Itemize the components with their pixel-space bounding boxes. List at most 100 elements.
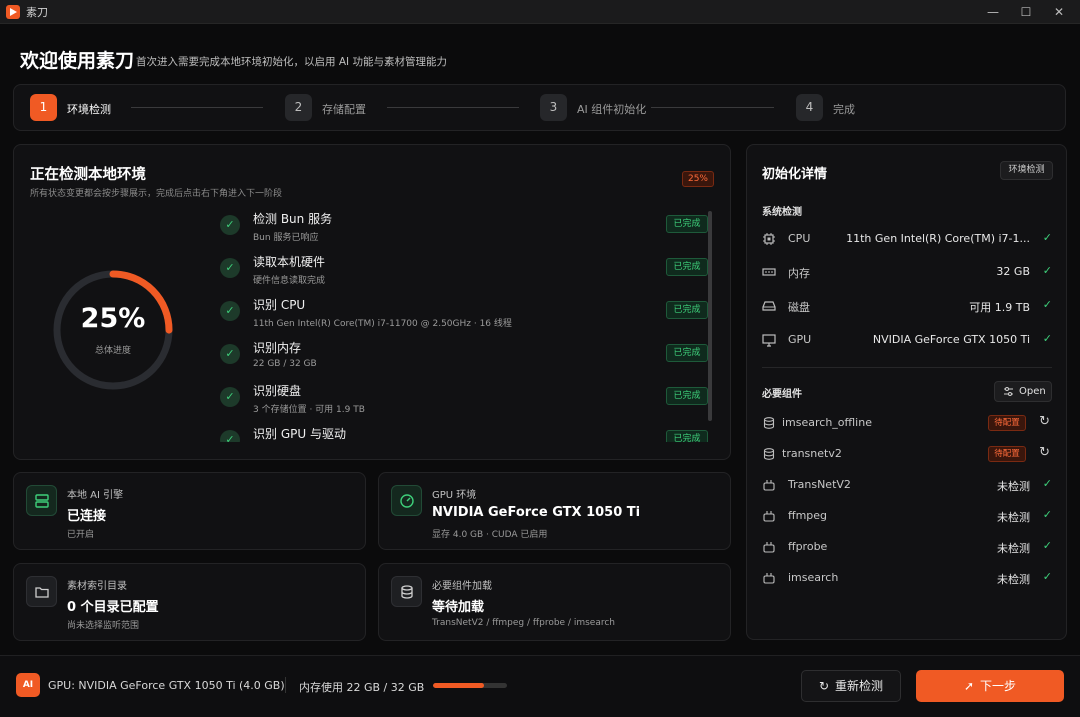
close-button[interactable]: ✕ <box>1048 2 1070 22</box>
component-status: 未检测 <box>997 480 1030 493</box>
check-icon: ✓ <box>1042 332 1052 345</box>
check-icon: ✓ <box>1042 570 1052 583</box>
step-1-number[interactable]: 1 <box>30 94 57 121</box>
step-3-label: AI 组件初始化 <box>577 103 647 116</box>
cpu-icon <box>763 233 775 245</box>
setup-stepper: 1 环境检测 2 存储配置 3 AI 组件初始化 4 完成 <box>13 84 1066 131</box>
status-badge: 已完成 <box>666 344 708 362</box>
retry-icon[interactable]: ↻ <box>1039 445 1050 460</box>
ai-badge: AI <box>16 673 40 697</box>
check-list[interactable]: ✓ 检测 Bun 服务 Bun 服务已响应 已完成 ✓ 读取本机硬件 硬件信息读… <box>214 209 714 442</box>
detection-subtitle: 所有状态变更都会按步骤展示，完成后点击右下角进入下一阶段 <box>30 189 283 199</box>
card-detail: 尚未选择监听范围 <box>67 621 140 631</box>
check-icon: ✓ <box>1042 264 1052 277</box>
card-detail: 显存 4.0 GB · CUDA 已启用 <box>432 530 548 540</box>
memory-icon <box>762 268 776 276</box>
step-connector <box>387 107 519 108</box>
refresh-icon: ↻ <box>818 679 830 693</box>
check-list-scrollbar[interactable] <box>708 211 712 421</box>
check-item: ✓ 识别 CPU 11th Gen Intel(R) Core(TM) i7-1… <box>214 295 714 338</box>
next-label: 下一步 <box>980 679 1017 693</box>
folder-icon <box>26 576 57 607</box>
step-connector <box>131 107 263 108</box>
check-icon: ✓ <box>1042 508 1052 521</box>
plugin-icon <box>763 511 775 522</box>
check-title: 读取本机硬件 <box>253 255 326 269</box>
sliders-icon <box>1004 387 1013 396</box>
memory-usage-text: 内存使用 22 GB / 32 GB <box>299 681 425 694</box>
database-icon <box>763 448 775 460</box>
component-row: ffprobe 未检测 ✓ <box>762 537 1052 557</box>
components-load-card: 必要组件加载 等待加载 TransNetV2 / ffmpeg / ffprob… <box>378 563 731 641</box>
step-4-number[interactable]: 4 <box>796 94 823 121</box>
minimize-button[interactable]: — <box>982 2 1004 22</box>
next-step-button[interactable]: ➚ 下一步 <box>916 670 1064 702</box>
gpu-status-text: GPU: NVIDIA GeForce GTX 1050 Ti (4.0 GB) <box>48 679 285 692</box>
component-status: 未检测 <box>997 511 1030 524</box>
gpu-card: GPU 环境 NVIDIA GeForce GTX 1050 Ti 显存 4.0… <box>378 472 731 550</box>
check-icon: ✓ <box>1042 231 1052 244</box>
system-name: CPU <box>788 232 811 245</box>
component-row: imsearch 未检测 ✓ <box>762 568 1052 588</box>
maximize-button[interactable]: ☐ <box>1015 2 1037 22</box>
recheck-button[interactable]: ↻ 重新检测 <box>801 670 901 702</box>
env-check-tag[interactable]: 环境检测 <box>1000 161 1053 180</box>
progress-percent: 25% <box>80 303 146 334</box>
check-icon: ✓ <box>1042 477 1052 490</box>
app-logo-icon <box>6 5 20 19</box>
plugin-icon <box>763 542 775 553</box>
memory-usage-bar <box>433 683 507 688</box>
system-name: 磁盘 <box>788 301 810 314</box>
check-circle-icon: ✓ <box>220 344 240 364</box>
status-badge: 已完成 <box>666 387 708 405</box>
system-value: 11th Gen Intel(R) Core(TM) i7-1... <box>846 232 1030 245</box>
system-name: 内存 <box>788 267 810 280</box>
progress-caption: 总体进度 <box>94 346 131 356</box>
recheck-label: 重新检测 <box>835 679 884 693</box>
retry-icon[interactable]: ↻ <box>1039 414 1050 429</box>
card-detail: 已开启 <box>67 530 95 540</box>
step-2-number[interactable]: 2 <box>285 94 312 121</box>
component-name: TransNetV2 <box>788 478 851 491</box>
check-detail: 22 GB / 32 GB <box>253 359 317 369</box>
component-row: imsearch_offline 待配置 ↻ <box>762 413 1052 433</box>
card-label: GPU 环境 <box>432 490 477 501</box>
component-row: ffmpeg 未检测 ✓ <box>762 506 1052 526</box>
detection-title: 正在检测本地环境 <box>30 167 146 183</box>
check-title: 识别 CPU <box>253 298 306 312</box>
card-detail: TransNetV2 / ffmpeg / ffprobe / imsearch <box>432 618 615 628</box>
system-value: 可用 1.9 TB <box>969 301 1030 314</box>
check-item: ✓ 读取本机硬件 硬件信息读取完成 已完成 <box>214 252 714 295</box>
component-name: transnetv2 <box>782 447 842 460</box>
card-value: 已连接 <box>67 509 107 524</box>
step-1-label: 环境检测 <box>67 103 111 116</box>
memory-usage-fill <box>433 683 485 688</box>
card-value: 等待加载 <box>432 600 485 615</box>
title-bar <box>0 0 1080 24</box>
component-name: ffprobe <box>788 540 828 553</box>
open-label: Open <box>1019 386 1046 397</box>
system-row-disk: 磁盘 可用 1.9 TB ✓ <box>762 296 1052 316</box>
database-icon <box>763 417 775 429</box>
step-3-number[interactable]: 3 <box>540 94 567 121</box>
component-status: 未检测 <box>997 542 1030 555</box>
system-value: NVIDIA GeForce GTX 1050 Ti <box>872 333 1030 346</box>
open-components-button[interactable]: Open <box>994 381 1052 402</box>
gauge-icon <box>391 485 422 516</box>
window-title: 素刀 <box>26 6 48 19</box>
check-circle-icon: ✓ <box>220 430 240 442</box>
status-badge: 已完成 <box>666 215 708 233</box>
check-circle-icon: ✓ <box>220 215 240 235</box>
components-title: 必要组件 <box>762 389 802 400</box>
system-value: 32 GB <box>996 265 1030 278</box>
status-badge: 已完成 <box>666 430 708 442</box>
component-name: ffmpeg <box>788 509 828 522</box>
check-title: 识别 GPU 与驱动 <box>253 427 346 441</box>
system-row-memory: 内存 32 GB ✓ <box>762 262 1052 282</box>
system-row-cpu: CPU 11th Gen Intel(R) Core(TM) i7-1... ✓ <box>762 229 1052 249</box>
check-item: ✓ 识别内存 22 GB / 32 GB 已完成 <box>214 338 714 381</box>
plugin-icon <box>763 573 775 584</box>
card-label: 必要组件加载 <box>432 581 492 592</box>
card-value: NVIDIA GeForce GTX 1050 Ti <box>432 505 641 520</box>
step-4-label: 完成 <box>833 103 855 116</box>
